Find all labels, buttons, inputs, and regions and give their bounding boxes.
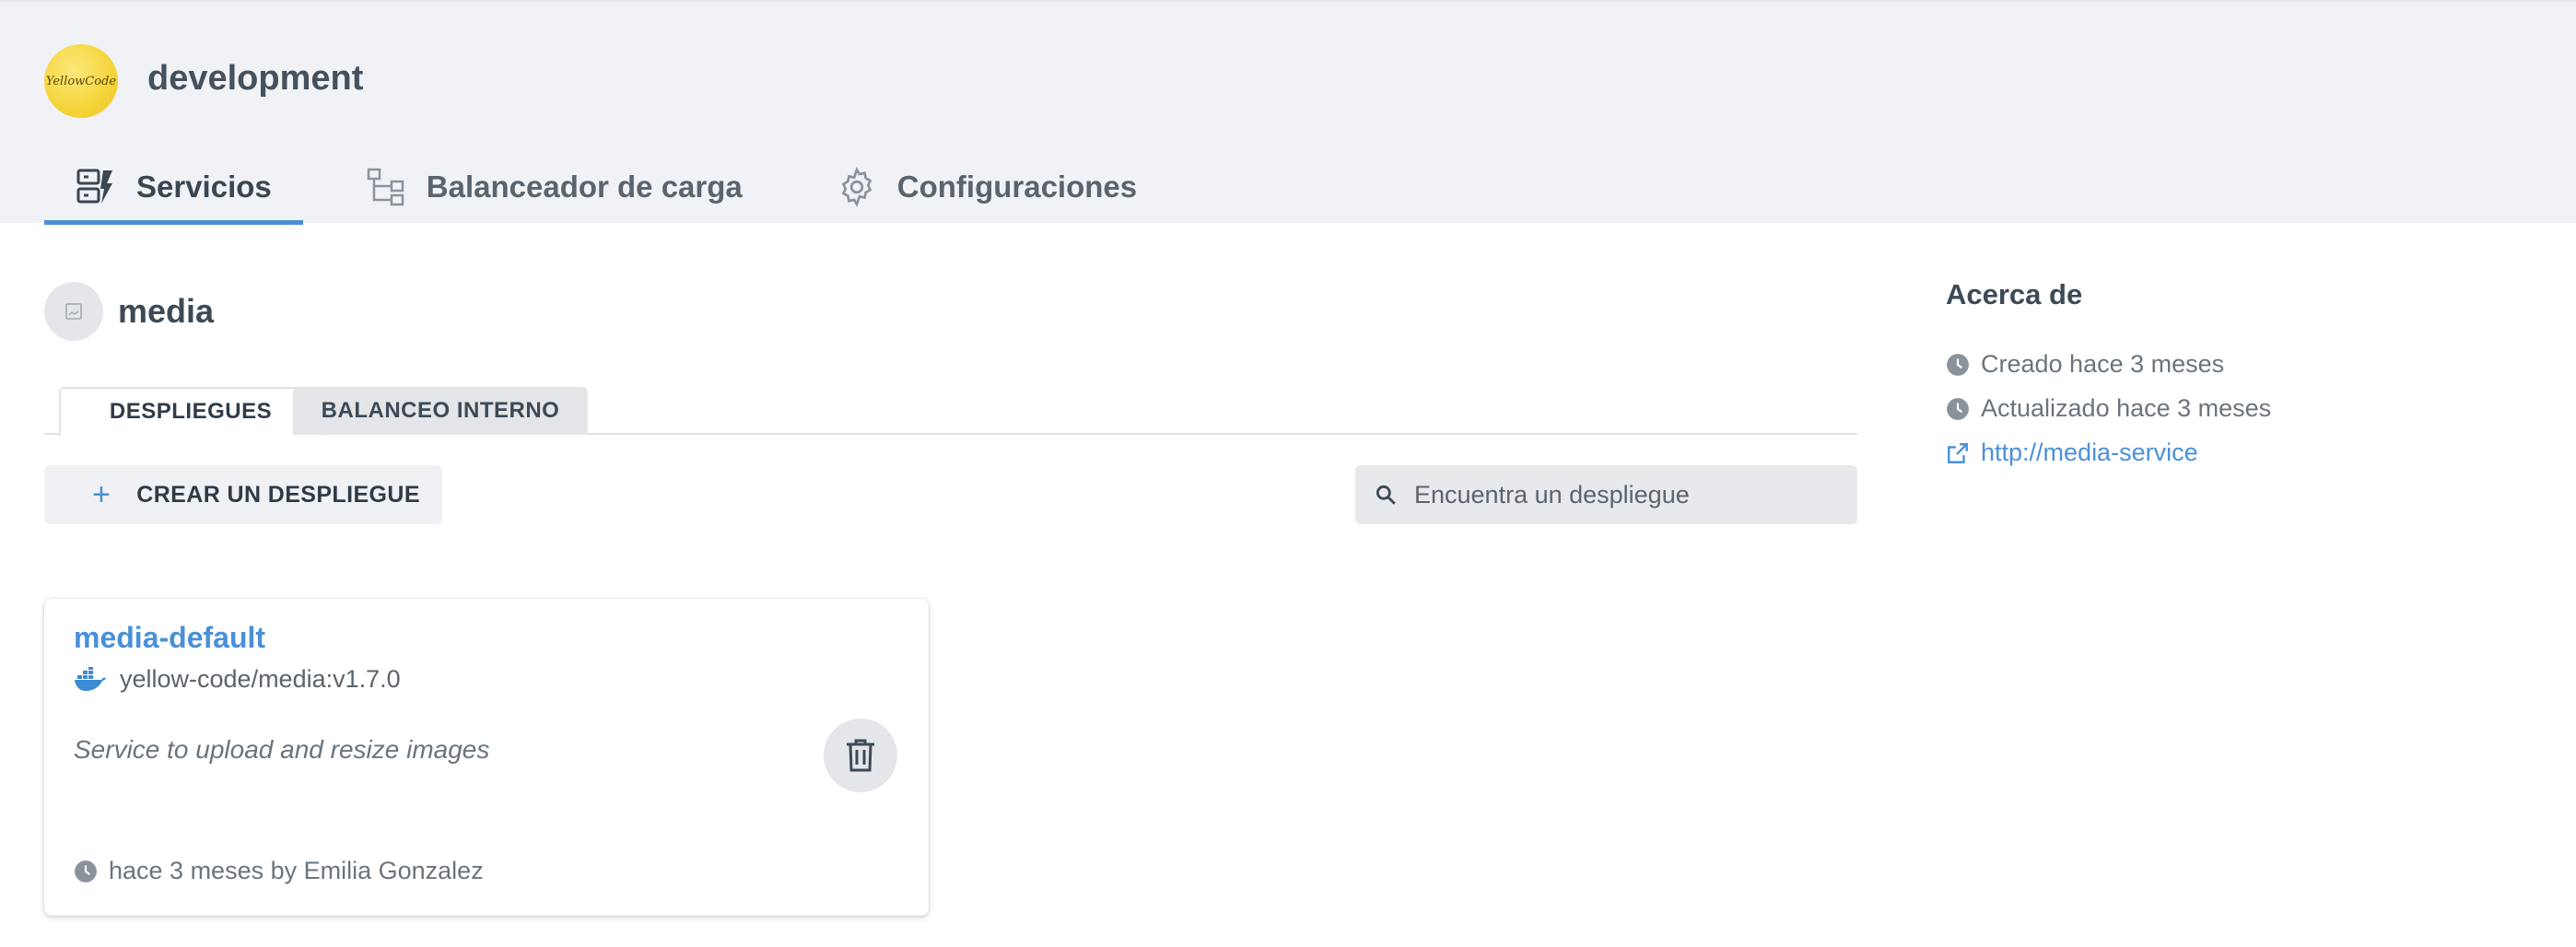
about-created: Creado hace 3 meses	[1946, 350, 2224, 379]
deployment-meta: hace 3 meses by Emilia Gonzalez	[74, 857, 484, 885]
plus-icon: +	[92, 477, 111, 512]
search-input[interactable]	[1414, 480, 1847, 509]
tab-label: Balanceador de carga	[426, 170, 743, 204]
about-updated: Actualizado hace 3 meses	[1946, 394, 2271, 423]
deployment-name-link[interactable]: media-default	[74, 621, 265, 655]
service-avatar	[44, 282, 103, 341]
deployment-card: media-default yellow-code/media:v1.7.0 S…	[44, 599, 929, 916]
about-created-text: Creado hace 3 meses	[1981, 350, 2225, 378]
environment-header: YellowCode development Servicios Balance…	[0, 0, 2576, 225]
tab-label: Configuraciones	[896, 170, 1138, 204]
service-url-link[interactable]: http://media-service	[1946, 438, 2198, 467]
clock-icon	[1947, 353, 1969, 376]
tab-label: Servicios	[136, 170, 272, 204]
create-deployment-label: CREAR UN DESPLIEGUE	[136, 481, 420, 508]
subtab-despliegues[interactable]: DESPLIEGUES	[59, 387, 322, 437]
logo-text: YellowCode	[45, 74, 117, 88]
delete-deployment-button[interactable]	[824, 719, 897, 792]
trash-icon	[847, 739, 874, 772]
main-tabs: Servicios Balanceador de carga Configura…	[44, 157, 1200, 225]
tab-balanceador[interactable]: Balanceador de carga	[334, 157, 774, 217]
deployment-image: yellow-code/media:v1.7.0	[74, 665, 401, 694]
subtab-balanceo-interno[interactable]: BALANCEO INTERNO	[293, 387, 588, 435]
environment-title: development	[147, 59, 364, 98]
yellowcode-logo: YellowCode	[44, 44, 118, 118]
external-link-icon	[1948, 442, 1968, 463]
load-balancer-icon	[366, 167, 406, 207]
service-name: media	[118, 292, 215, 330]
clock-icon	[1947, 397, 1969, 420]
service-url-text: http://media-service	[1981, 438, 2198, 466]
deployment-image-tag: yellow-code/media:v1.7.0	[120, 665, 401, 693]
tab-configuraciones[interactable]: Configuraciones	[805, 157, 1168, 217]
about-updated-text: Actualizado hace 3 meses	[1981, 394, 2272, 422]
deployment-description: Service to upload and resize images	[74, 735, 490, 764]
create-deployment-button[interactable]: + CREAR UN DESPLIEGUE	[44, 465, 442, 524]
docker-icon	[75, 666, 106, 691]
about-title: Acerca de	[1946, 278, 2083, 310]
clock-icon	[75, 859, 97, 883]
deployment-search	[1355, 465, 1857, 524]
image-placeholder-icon	[65, 303, 82, 320]
deployment-meta-text: hace 3 meses by Emilia Gonzalez	[109, 857, 484, 884]
service-subtabs: DESPLIEGUES BALANCEO INTERNO	[44, 387, 1857, 437]
tab-servicios[interactable]: Servicios	[44, 157, 303, 225]
gear-icon	[837, 167, 877, 207]
services-icon	[76, 167, 116, 207]
search-icon	[1376, 485, 1396, 505]
